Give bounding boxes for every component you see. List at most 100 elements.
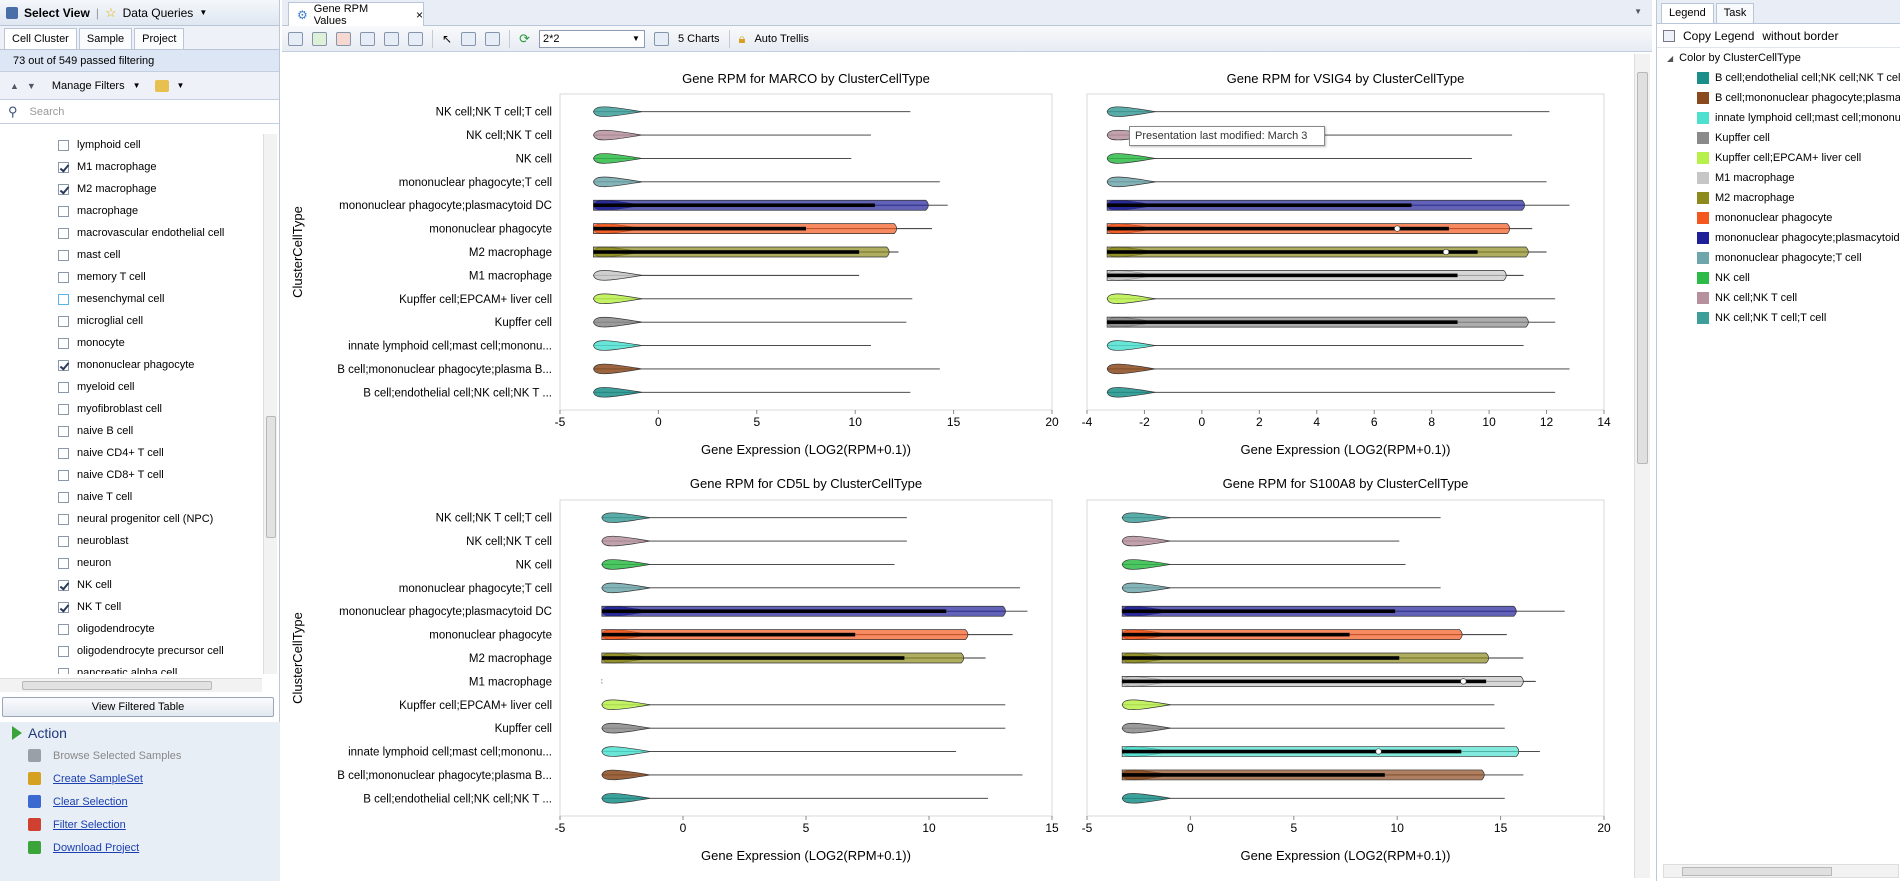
filter-checkbox[interactable] [58,623,69,635]
action-item[interactable]: Create SampleSet [0,767,280,790]
print-icon[interactable] [408,31,423,46]
filter-item[interactable]: oligodendrocyte precursor cell [0,640,262,662]
filter-item[interactable]: macrophage [0,200,262,222]
settings-icon[interactable] [288,31,303,46]
action-label[interactable]: Create SampleSet [53,773,143,785]
auto-trellis-button[interactable]: Auto Trellis [754,33,808,45]
view-filtered-table-button[interactable]: View Filtered Table [2,697,274,717]
copy-icon[interactable] [360,31,375,46]
action-label[interactable]: Browse Selected Samples [53,750,181,762]
layout-icon[interactable] [653,31,669,46]
export-icon[interactable] [312,31,327,46]
zoom-icon[interactable] [461,31,477,46]
filter-item[interactable]: macrovascular endothelial cell [0,222,262,244]
filter-checkbox[interactable] [58,469,69,481]
filter-item[interactable]: mesenchymal cell [0,288,262,310]
lock-icon[interactable]: 🔒︎ [739,31,746,47]
legend-item[interactable]: M2 macrophage [1657,188,1900,208]
expand-all-icon[interactable]: ▼ [27,81,36,91]
without-border-option[interactable]: without border [1762,29,1838,43]
tab-gene-rpm-values[interactable]: ⚙ Gene RPM Values × [288,2,424,27]
filter-checkbox[interactable] [58,601,69,613]
filter-item[interactable]: naive CD4+ T cell [0,442,262,464]
filter-item[interactable]: memory T cell [0,266,262,288]
trellis-select[interactable]: 2*2 ▼ [538,29,645,48]
close-icon[interactable]: × [416,8,423,22]
filter-item[interactable]: mast cell [0,244,262,266]
legend-item[interactable]: B cell;mononuclear phagocyte;plasma B [1657,88,1900,108]
filter-checkbox[interactable] [58,205,69,217]
filter-item[interactable]: myeloid cell [0,376,262,398]
legend-item[interactable]: Kupffer cell [1657,128,1900,148]
scrollbar-thumb[interactable] [266,416,276,538]
filter-item[interactable]: lymphoid cell [0,134,262,156]
filter-checkbox[interactable] [58,667,69,674]
filter-checkbox[interactable] [58,359,69,371]
filter-checkbox[interactable] [58,447,69,459]
tab-cell-cluster[interactable]: Cell Cluster [4,28,77,49]
filter-checkbox[interactable] [58,271,69,283]
legend-hscrollbar[interactable] [1663,864,1899,878]
filter-item[interactable]: NK T cell [0,596,262,618]
search-input[interactable]: Search [30,106,65,118]
manage-filters-button[interactable]: Manage Filters [52,80,125,92]
filter-checkbox[interactable] [58,139,69,151]
legend-item[interactable]: Kupffer cell;EPCAM+ liver cell [1657,148,1900,168]
pointer-icon[interactable]: ↖ [442,32,452,46]
paste-icon[interactable] [384,31,399,46]
fit-icon[interactable] [485,31,501,46]
legend-item[interactable]: mononuclear phagocyte [1657,208,1900,228]
filter-search[interactable]: ⚲ Search [0,100,279,124]
legend-item[interactable]: B cell;endothelial cell;NK cell;NK T cel… [1657,68,1900,88]
action-item[interactable]: Clear Selection [0,790,280,813]
filter-checkbox[interactable] [58,315,69,327]
select-view-icon[interactable] [6,6,18,19]
filter-checkbox[interactable] [58,513,69,525]
filter-item[interactable]: neuron [0,552,262,574]
action-item[interactable]: Filter Selection [0,813,280,836]
legend-item[interactable]: mononuclear phagocyte;plasmacytoid DC [1657,228,1900,248]
chevron-down-icon[interactable]: ▼ [133,81,141,90]
legend-item[interactable]: mononuclear phagocyte;T cell [1657,248,1900,268]
filter-checkbox[interactable] [58,535,69,547]
scrollbar-thumb[interactable] [1637,72,1648,464]
legend-item[interactable]: innate lymphoid cell;mast cell;mononucl [1657,108,1900,128]
filter-item[interactable]: myofibroblast cell [0,398,262,420]
tab-sample[interactable]: Sample [78,28,133,49]
filter-checkbox[interactable] [58,579,69,591]
filter-scheme-icon[interactable] [154,79,169,92]
chevron-down-icon[interactable]: ▼ [1634,7,1642,16]
filter-item[interactable]: pancreatic alpha cell [0,662,262,674]
filter-item[interactable]: monocyte [0,332,262,354]
filter-item[interactable]: neural progenitor cell (NPC) [0,508,262,530]
filter-item[interactable]: M1 macrophage [0,156,262,178]
tab-legend[interactable]: Legend [1661,3,1714,23]
filter-item[interactable]: neuroblast [0,530,262,552]
data-queries-button[interactable]: Data Queries [123,6,194,20]
filter-checkbox[interactable] [58,293,69,305]
filter-item[interactable]: mononuclear phagocyte [0,354,262,376]
filter-checkbox[interactable] [58,645,69,657]
action-label[interactable]: Clear Selection [53,796,128,808]
action-item[interactable]: Download Project [0,836,280,859]
tab-project[interactable]: Project [134,28,185,49]
action-label[interactable]: Filter Selection [53,819,126,831]
action-item[interactable]: Browse Selected Samples [0,744,280,767]
filter-checkbox[interactable] [58,227,69,239]
filter-checkbox[interactable] [58,183,69,195]
filter-item[interactable]: NK cell [0,574,262,596]
refresh-icon[interactable]: ⟳ [519,31,530,47]
tab-task[interactable]: Task [1715,3,1755,23]
pdf-icon[interactable] [336,31,351,46]
filter-checkbox[interactable] [58,425,69,437]
scrollbar-thumb[interactable] [1682,867,1832,876]
scrollbar-thumb[interactable] [22,681,212,690]
color-by-header[interactable]: ◢ Color by ClusterCellType [1657,48,1900,68]
collapse-all-icon[interactable]: ▲ [10,81,19,91]
filter-item[interactable]: oligodendrocyte [0,618,262,640]
filter-item[interactable]: naive T cell [0,486,262,508]
filter-list-hscrollbar[interactable] [0,678,262,692]
filter-checkbox[interactable] [58,491,69,503]
filter-checkbox[interactable] [58,337,69,349]
filter-item[interactable]: naive CD8+ T cell [0,464,262,486]
